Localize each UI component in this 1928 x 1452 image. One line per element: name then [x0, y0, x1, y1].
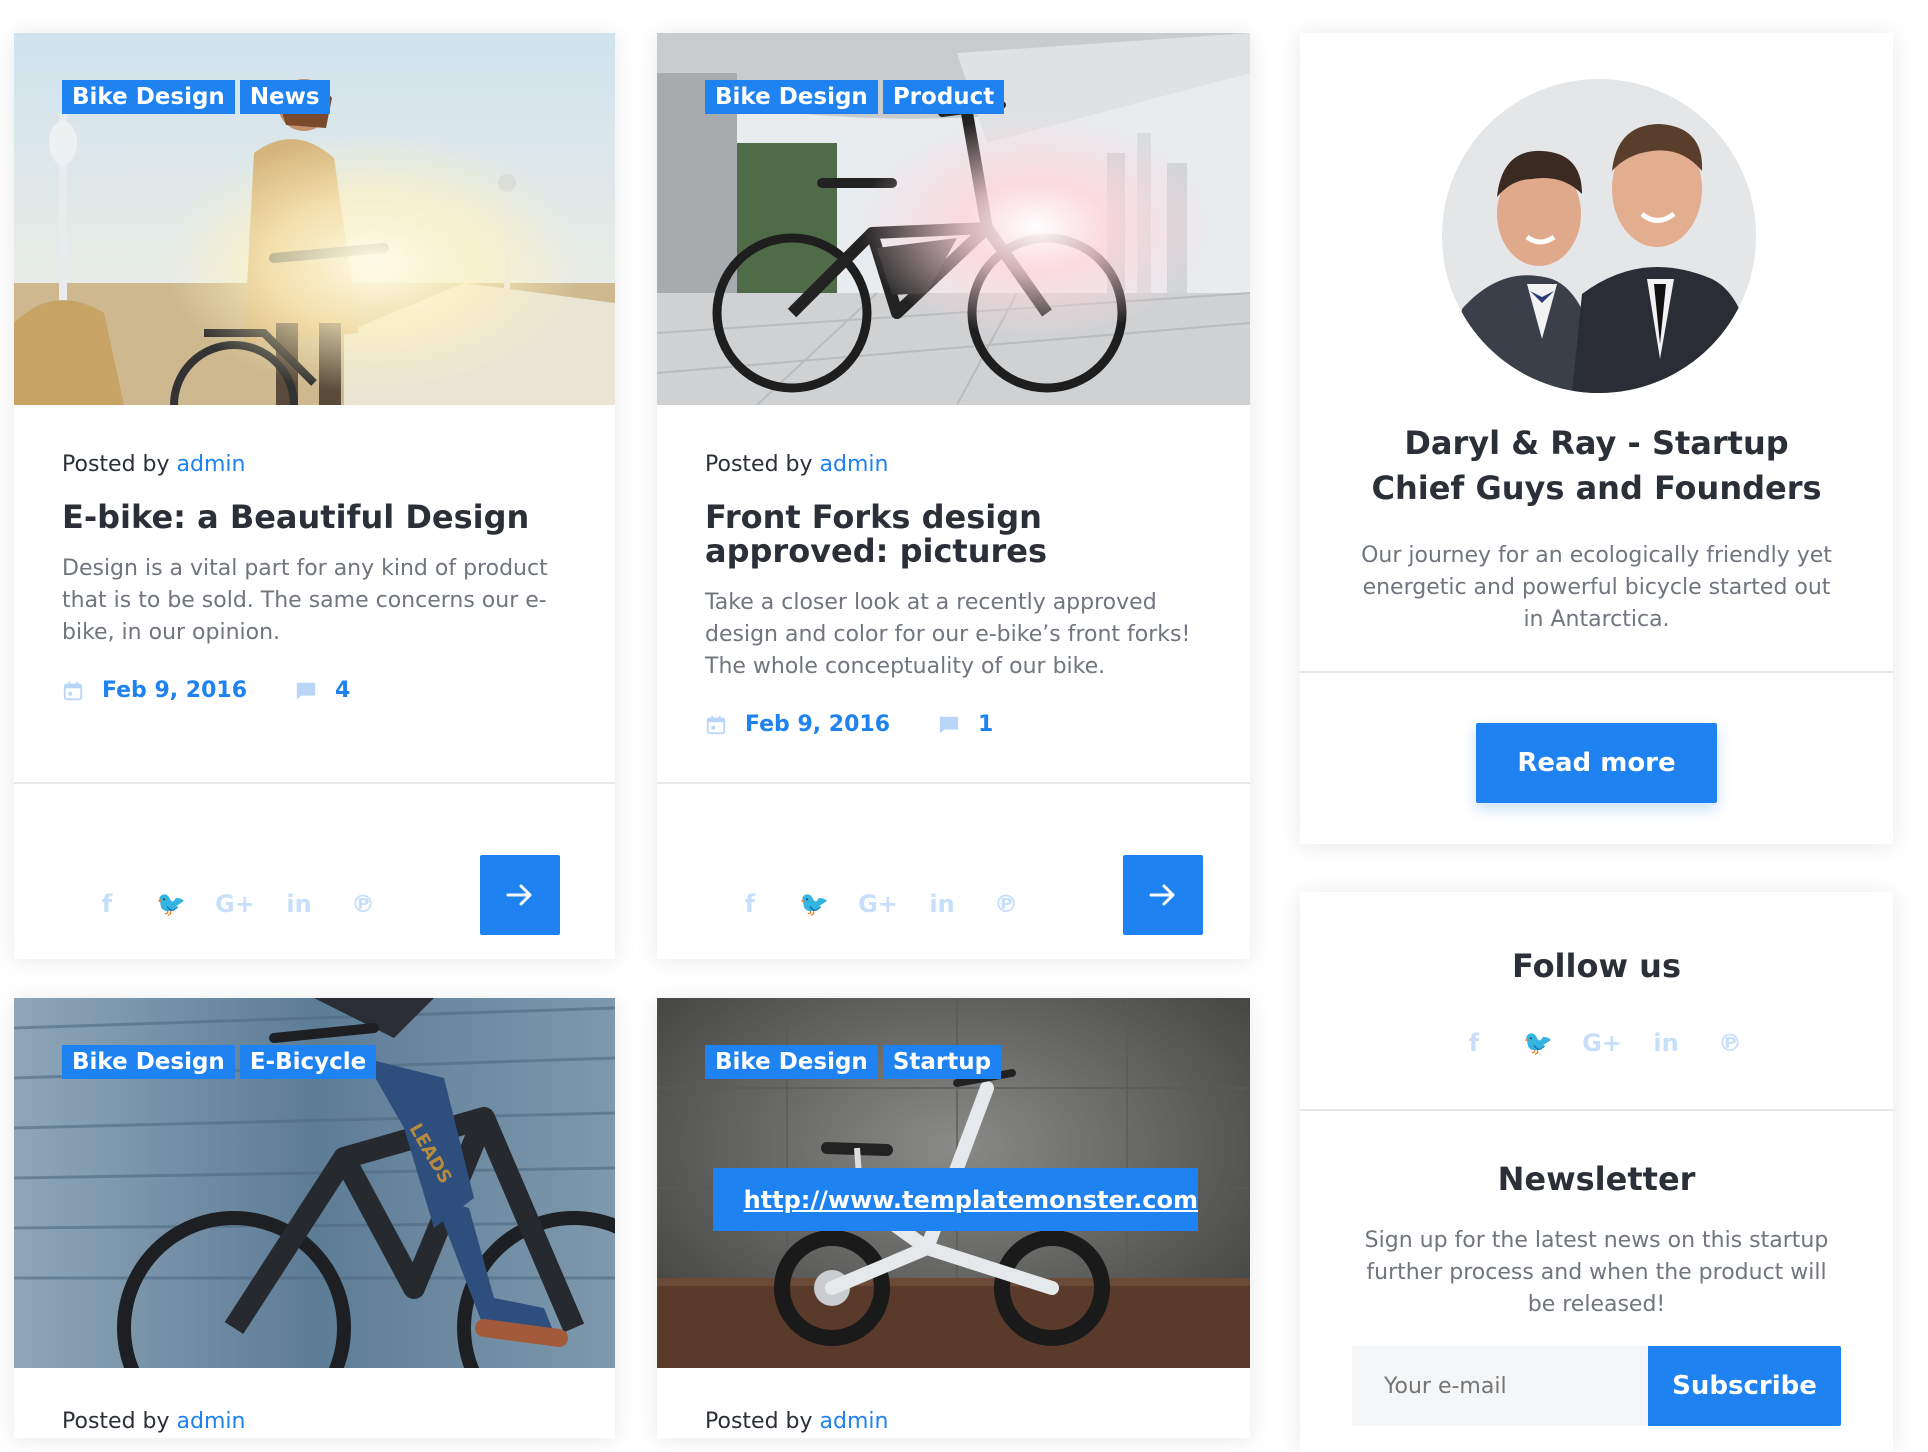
post-author-line: Posted by admin: [705, 452, 888, 477]
author-link[interactable]: admin: [177, 1409, 246, 1434]
tag-bike-design[interactable]: Bike Design: [62, 80, 235, 114]
founders-photo: [1442, 79, 1756, 393]
founders-avatar: [1442, 79, 1756, 393]
google-plus-icon[interactable]: G+: [858, 887, 898, 921]
read-post-button[interactable]: [480, 855, 560, 935]
post-date[interactable]: Feb 9, 2016: [102, 678, 247, 703]
post-tags: Bike Design Product: [705, 80, 1005, 114]
post-tags: Bike Design News: [62, 80, 330, 114]
post-card: LEADS Bike Design E-Bicycle Posted by ad…: [14, 998, 615, 1438]
tag-news[interactable]: News: [239, 80, 330, 114]
post-date[interactable]: Feb 9, 2016: [745, 712, 890, 737]
follow-newsletter-widget: Follow us f 🐦 G+ in ℗ Newsletter Sign up…: [1300, 892, 1893, 1452]
linkedin-icon[interactable]: in: [282, 887, 316, 921]
follow-icons: f 🐦 G+ in ℗: [1457, 1026, 1747, 1060]
widget-divider: [1300, 1109, 1893, 1111]
about-title: Daryl & Ray - Startup Chief Guys and Fou…: [1371, 424, 1822, 507]
google-plus-icon[interactable]: G+: [1582, 1026, 1622, 1060]
widget-divider: [1300, 671, 1893, 673]
facebook-icon[interactable]: f: [90, 887, 124, 921]
post-card: Bike Design Startup http://www.templatem…: [657, 998, 1250, 1438]
linkedin-icon[interactable]: in: [1649, 1026, 1683, 1060]
tag-e-bicycle[interactable]: E-Bicycle: [239, 1045, 377, 1079]
post-title[interactable]: Front Forks design approved: pictures: [705, 500, 1210, 568]
calendar-icon: [706, 715, 726, 734]
posted-by-label: Posted by: [62, 452, 170, 477]
about-widget: Daryl & Ray - Startup Chief Guys and Fou…: [1300, 33, 1893, 844]
post-title[interactable]: E-bike: a Beautiful Design: [62, 500, 575, 534]
posted-by-label: Posted by: [62, 1409, 170, 1434]
card-divider: [14, 782, 615, 784]
facebook-icon[interactable]: f: [1457, 1026, 1491, 1060]
post-link-url[interactable]: http://www.templatemonster.com: [744, 1186, 1198, 1214]
tag-startup[interactable]: Startup: [882, 1045, 1002, 1079]
google-plus-icon[interactable]: G+: [215, 887, 255, 921]
about-text: Our journey for an ecologically friendly…: [1361, 543, 1832, 632]
post-meta: Feb 9, 2016 4: [62, 678, 350, 703]
pinterest-icon[interactable]: ℗: [989, 887, 1023, 921]
post-meta: Feb 9, 2016 1: [705, 712, 993, 737]
subscribe-button[interactable]: Subscribe: [1648, 1346, 1841, 1426]
follow-title: Follow us: [1512, 947, 1681, 985]
author-link[interactable]: admin: [820, 452, 889, 477]
email-input[interactable]: [1352, 1346, 1648, 1426]
twitter-icon[interactable]: 🐦: [797, 887, 831, 921]
author-link[interactable]: admin: [177, 452, 246, 477]
posted-by-label: Posted by: [705, 452, 813, 477]
post-tags: Bike Design Startup: [705, 1045, 1002, 1079]
twitter-icon[interactable]: 🐦: [154, 887, 188, 921]
post-link[interactable]: http://www.templatemonster.com: [713, 1168, 1198, 1231]
read-more-button[interactable]: Read more: [1476, 723, 1717, 803]
post-excerpt: Design is a vital part for any kind of p…: [62, 556, 548, 645]
newsletter-title: Newsletter: [1497, 1160, 1696, 1198]
card-divider: [657, 782, 1250, 784]
post-comment-count[interactable]: 4: [335, 678, 350, 703]
post-card: Bike Design Product Posted by admin Fron…: [657, 33, 1250, 959]
comment-icon: [296, 682, 316, 699]
share-icons: f 🐦 G+ in ℗: [90, 887, 380, 921]
tag-bike-design[interactable]: Bike Design: [62, 1045, 235, 1079]
post-author-line: Posted by admin: [705, 1409, 888, 1434]
tag-product[interactable]: Product: [882, 80, 1005, 114]
author-link[interactable]: admin: [820, 1409, 889, 1434]
posted-by-label: Posted by: [705, 1409, 813, 1434]
pinterest-icon[interactable]: ℗: [346, 887, 380, 921]
post-excerpt: Take a closer look at a recently approve…: [705, 590, 1191, 679]
linkedin-icon[interactable]: in: [925, 887, 959, 921]
arrow-right-icon: [1149, 884, 1175, 906]
pinterest-icon[interactable]: ℗: [1713, 1026, 1747, 1060]
post-card: Bike Design News Posted by admin E-bike:…: [14, 33, 615, 959]
share-icons: f 🐦 G+ in ℗: [733, 887, 1023, 921]
twitter-icon[interactable]: 🐦: [1521, 1026, 1555, 1060]
tag-bike-design[interactable]: Bike Design: [705, 1045, 878, 1079]
read-post-button[interactable]: [1123, 855, 1203, 935]
comment-icon: [939, 716, 959, 733]
tag-bike-design[interactable]: Bike Design: [705, 80, 878, 114]
facebook-icon[interactable]: f: [733, 887, 767, 921]
link-icon: [735, 1199, 736, 1200]
arrow-right-icon: [506, 884, 532, 906]
post-tags: Bike Design E-Bicycle: [62, 1045, 377, 1079]
post-author-line: Posted by admin: [62, 1409, 245, 1434]
newsletter-text: Sign up for the latest news on this star…: [1364, 1228, 1829, 1317]
post-author-line: Posted by admin: [62, 452, 245, 477]
calendar-icon: [63, 681, 83, 700]
post-comment-count[interactable]: 1: [978, 712, 993, 737]
